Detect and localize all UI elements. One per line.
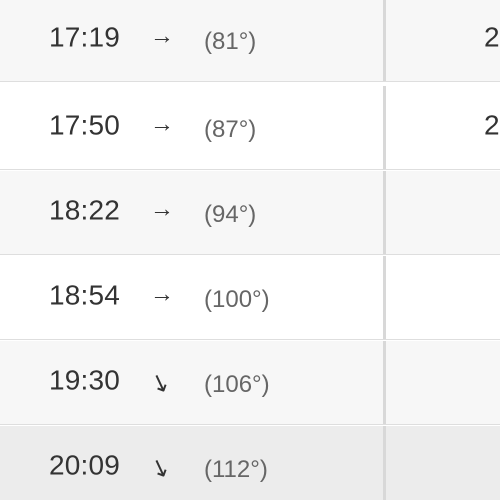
angle-text: (112°) [204,455,268,483]
angle-text: (81°) [204,27,257,55]
time-cell: 18:22 → (94°) [0,171,386,254]
table-row: 17:50 → (87°) 2 [0,86,500,170]
table-row: 18:54 → (100°) [0,256,500,340]
time-text: 17:50 [49,108,121,140]
east-arrow-icon: → [150,22,174,50]
east-arrow-icon: → [150,280,174,308]
time-cell: 19:30 ↘ (106°) [0,341,386,424]
angle-text: (100°) [204,285,270,313]
east-arrow-icon: → [150,195,174,223]
next-cell [386,256,500,339]
time-cell: 17:19 → (81°) [0,0,386,81]
table-row: 18:22 → (94°) [0,171,500,255]
time-text: 20:09 [49,448,121,480]
next-value: 2 [484,20,500,52]
time-text: 19:30 [49,363,121,395]
angle-text: (94°) [204,200,257,228]
table-row-highlighted: 20:09 ↘ (112°) [0,426,500,500]
angle-text: (106°) [204,370,270,398]
table-row: 17:19 → (81°) 2 [0,0,500,82]
table-row: 19:30 ↘ (106°) [0,341,500,425]
angle-text: (87°) [204,115,257,143]
next-cell: 2 [386,0,500,81]
next-cell: 2 [386,86,500,169]
next-cell [386,426,500,500]
time-cell: 20:09 ↘ (112°) [0,426,386,500]
time-text: 17:19 [49,20,121,52]
southeast-arrow-icon: ↘ [145,451,175,484]
time-text: 18:54 [49,278,121,310]
time-cell: 17:50 → (87°) [0,86,386,169]
next-cell [386,171,500,254]
time-cell: 18:54 → (100°) [0,256,386,339]
sun-position-table: 17:19 → (81°) 2 17:50 → (87°) 2 18:22 → … [0,0,500,500]
next-cell [386,341,500,424]
east-arrow-icon: → [150,110,174,138]
next-value: 2 [484,108,500,140]
time-text: 18:22 [49,193,121,225]
southeast-arrow-icon: ↘ [145,366,175,399]
